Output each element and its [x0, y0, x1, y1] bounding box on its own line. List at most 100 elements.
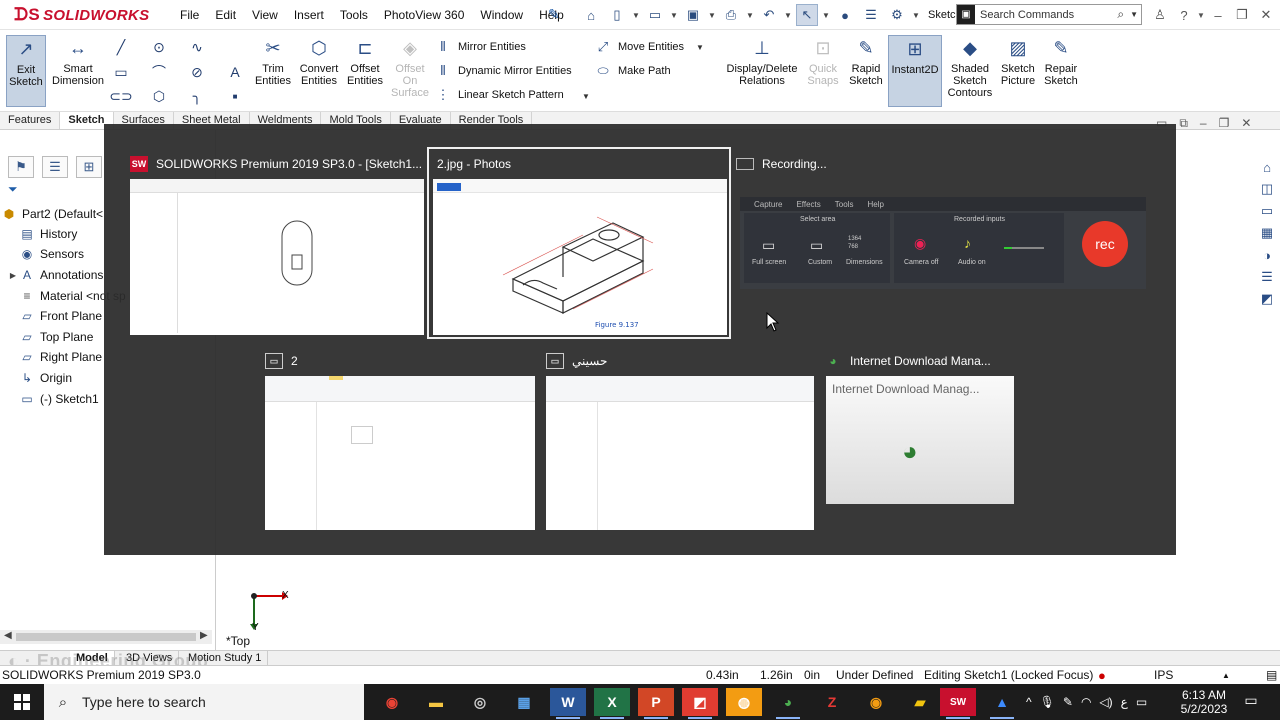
- quick-snaps-button[interactable]: ⊡ Quick Snaps: [804, 35, 842, 107]
- window-thumbnail-photos[interactable]: 2.jpg - Photos Figure 9.137: [427, 147, 731, 339]
- expand-arrow-icon[interactable]: ▶: [8, 271, 18, 280]
- solidworks-taskbar-icon[interactable]: SW: [940, 688, 976, 719]
- close-icon[interactable]: ✕: [1254, 4, 1278, 26]
- chevron-down-icon[interactable]: ▼: [670, 11, 678, 20]
- notifications-icon[interactable]: ▭: [1240, 692, 1262, 712]
- tab-features[interactable]: Features: [0, 112, 61, 129]
- file-explorer-icon[interactable]: ▬: [418, 688, 454, 716]
- chevron-up-icon[interactable]: ^: [1026, 695, 1032, 709]
- solidworks-logo[interactable]: ᗪS SOLIDWORKS: [14, 4, 149, 26]
- feature-tree-tab-icon[interactable]: ⚑: [8, 156, 34, 178]
- repair-sketch-button[interactable]: ✎ Repair Sketch: [1040, 35, 1082, 107]
- instant2d-button[interactable]: ⊞ Instant2D: [888, 35, 942, 107]
- filter-icon[interactable]: ⏷: [8, 182, 18, 197]
- horizontal-scrollbar[interactable]: ◀ ▶: [0, 630, 212, 644]
- calculator-icon[interactable]: ▦: [506, 688, 542, 716]
- restore-icon[interactable]: ⧉: [1179, 116, 1188, 131]
- offset-entities-button[interactable]: ⊏ Offset Entities: [344, 35, 386, 107]
- restore-icon[interactable]: ❐: [1219, 116, 1230, 131]
- spline-icon[interactable]: ∿: [188, 38, 206, 56]
- search-input[interactable]: Search Commands: [975, 9, 1114, 21]
- menu-edit[interactable]: Edit: [207, 7, 244, 23]
- property-manager-tab-icon[interactable]: ☰: [42, 156, 68, 178]
- clock[interactable]: 6:13 AM 5/2/2023: [1176, 688, 1232, 716]
- menu-window[interactable]: Window: [472, 7, 531, 23]
- search-mode-icon[interactable]: ▣: [957, 5, 975, 24]
- chevron-down-icon[interactable]: ▼: [696, 43, 704, 52]
- browser-app-icon[interactable]: ◉: [858, 688, 894, 716]
- user-icon[interactable]: ♙: [1148, 4, 1172, 26]
- word-icon[interactable]: W: [550, 688, 586, 719]
- minimize-icon[interactable]: –: [1200, 116, 1207, 131]
- chrome-icon[interactable]: ◉: [374, 688, 410, 716]
- print-icon[interactable]: ⎙: [720, 4, 742, 26]
- window-thumbnail-solidworks[interactable]: SW SOLIDWORKS Premium 2019 SP3.0 - [Sket…: [130, 151, 424, 335]
- smart-dimension-button[interactable]: ↔ Smart Dimension: [50, 35, 106, 107]
- chevron-down-icon[interactable]: ▼: [822, 11, 830, 20]
- menu-insert[interactable]: Insert: [286, 7, 332, 23]
- scroll-left-icon[interactable]: ◀: [4, 630, 12, 641]
- new-document-icon[interactable]: ▯: [606, 4, 628, 26]
- view-palette-icon[interactable]: ▦: [1256, 223, 1278, 243]
- chevron-down-icon[interactable]: ▼: [1127, 10, 1141, 19]
- tree-item-annotations[interactable]: ▶ A Annotations: [8, 265, 103, 285]
- idm-taskbar-icon[interactable]: ◕: [770, 688, 806, 719]
- window-thumbnail-explorer-arabic[interactable]: ▭ حسيني: [546, 348, 814, 530]
- keyboard-language[interactable]: ع: [1121, 695, 1128, 709]
- design-library-icon[interactable]: ◫: [1256, 179, 1278, 199]
- forum-icon[interactable]: ◩: [1256, 289, 1278, 309]
- status-units[interactable]: IPS: [1154, 668, 1173, 682]
- custom-properties-icon[interactable]: ☰: [1256, 267, 1278, 287]
- meet-now-icon[interactable]: ▭: [1136, 695, 1147, 709]
- chevron-down-icon[interactable]: ▼: [632, 11, 640, 20]
- scrollbar-thumb[interactable]: [16, 633, 196, 641]
- chevron-down-icon[interactable]: ▼: [1196, 4, 1206, 26]
- filezilla-icon[interactable]: Z: [814, 688, 850, 716]
- photos-app-icon[interactable]: ▲: [984, 688, 1020, 719]
- microphone-icon[interactable]: 🎙: [1040, 695, 1055, 709]
- exit-sketch-button[interactable]: ↗ Exit Sketch: [6, 35, 46, 107]
- screen-recorder-app-icon[interactable]: ◩: [682, 688, 718, 719]
- file-explorer-icon[interactable]: ▭: [1256, 201, 1278, 221]
- tree-item-sensors[interactable]: ◉ Sensors: [8, 244, 84, 264]
- tree-root-part[interactable]: ⬢ Part2 (Default<: [0, 204, 103, 224]
- wifi-icon[interactable]: ◠: [1081, 695, 1091, 709]
- trim-entities-button[interactable]: ✂ Trim Entities: [252, 35, 294, 107]
- window-thumbnail-explorer-2[interactable]: ▭ 2: [265, 348, 535, 530]
- undo-icon[interactable]: ↶: [758, 4, 780, 26]
- scroll-right-icon[interactable]: ▶: [200, 630, 208, 641]
- chevron-down-icon[interactable]: ▼: [708, 11, 716, 20]
- tree-item-top-plane[interactable]: ▱ Top Plane: [8, 327, 93, 347]
- rebuild-indicator-icon[interactable]: ●: [1098, 668, 1106, 683]
- chevron-down-icon[interactable]: ▼: [582, 92, 590, 101]
- network-app-icon[interactable]: ◎: [462, 688, 498, 716]
- select-cursor-icon[interactable]: ↖: [796, 4, 818, 26]
- excel-icon[interactable]: X: [594, 688, 630, 719]
- restore-icon[interactable]: ❐: [1230, 4, 1254, 26]
- sticky-notes-icon[interactable]: ▰: [902, 688, 938, 716]
- chevron-up-icon[interactable]: ▲: [1222, 671, 1230, 680]
- arc-icon[interactable]: ⌒: [150, 63, 168, 81]
- mirror-entities-button[interactable]: ⫴ Mirror Entities: [434, 37, 526, 57]
- search-commands[interactable]: ▣ Search Commands ⌕ ▼: [956, 4, 1142, 25]
- menu-photoview[interactable]: PhotoView 360: [376, 7, 473, 23]
- taskbar-search[interactable]: ⌕ Type here to search: [44, 684, 364, 720]
- convert-entities-button[interactable]: ⬡ Convert Entities: [296, 35, 342, 107]
- offset-on-surface-button[interactable]: ◈ Offset On Surface: [390, 35, 430, 107]
- circle-icon[interactable]: ⊙: [150, 38, 168, 56]
- traffic-light-icon[interactable]: ●: [834, 4, 856, 26]
- line-icon[interactable]: ╱: [112, 38, 130, 56]
- tree-item-sketch1[interactable]: ▭ (-) Sketch1: [8, 389, 98, 409]
- sketch-picture-button[interactable]: ▨ Sketch Picture: [998, 35, 1038, 107]
- open-folder-icon[interactable]: ▭: [644, 4, 666, 26]
- fillet-icon[interactable]: ╮: [188, 87, 206, 105]
- close-icon[interactable]: ✕: [1241, 116, 1251, 131]
- shaded-contours-button[interactable]: ◆ Shaded Sketch Contours: [946, 35, 994, 107]
- config-manager-tab-icon[interactable]: ⊞: [76, 156, 102, 178]
- chevron-down-icon[interactable]: ▼: [784, 11, 792, 20]
- chevron-down-icon[interactable]: ▼: [912, 11, 920, 20]
- polygon-icon[interactable]: ⬡: [150, 87, 168, 105]
- pen-icon[interactable]: ✎: [1063, 695, 1073, 709]
- appearances-icon[interactable]: ◑: [1256, 245, 1278, 265]
- ellipse-icon[interactable]: ⊘: [188, 63, 206, 81]
